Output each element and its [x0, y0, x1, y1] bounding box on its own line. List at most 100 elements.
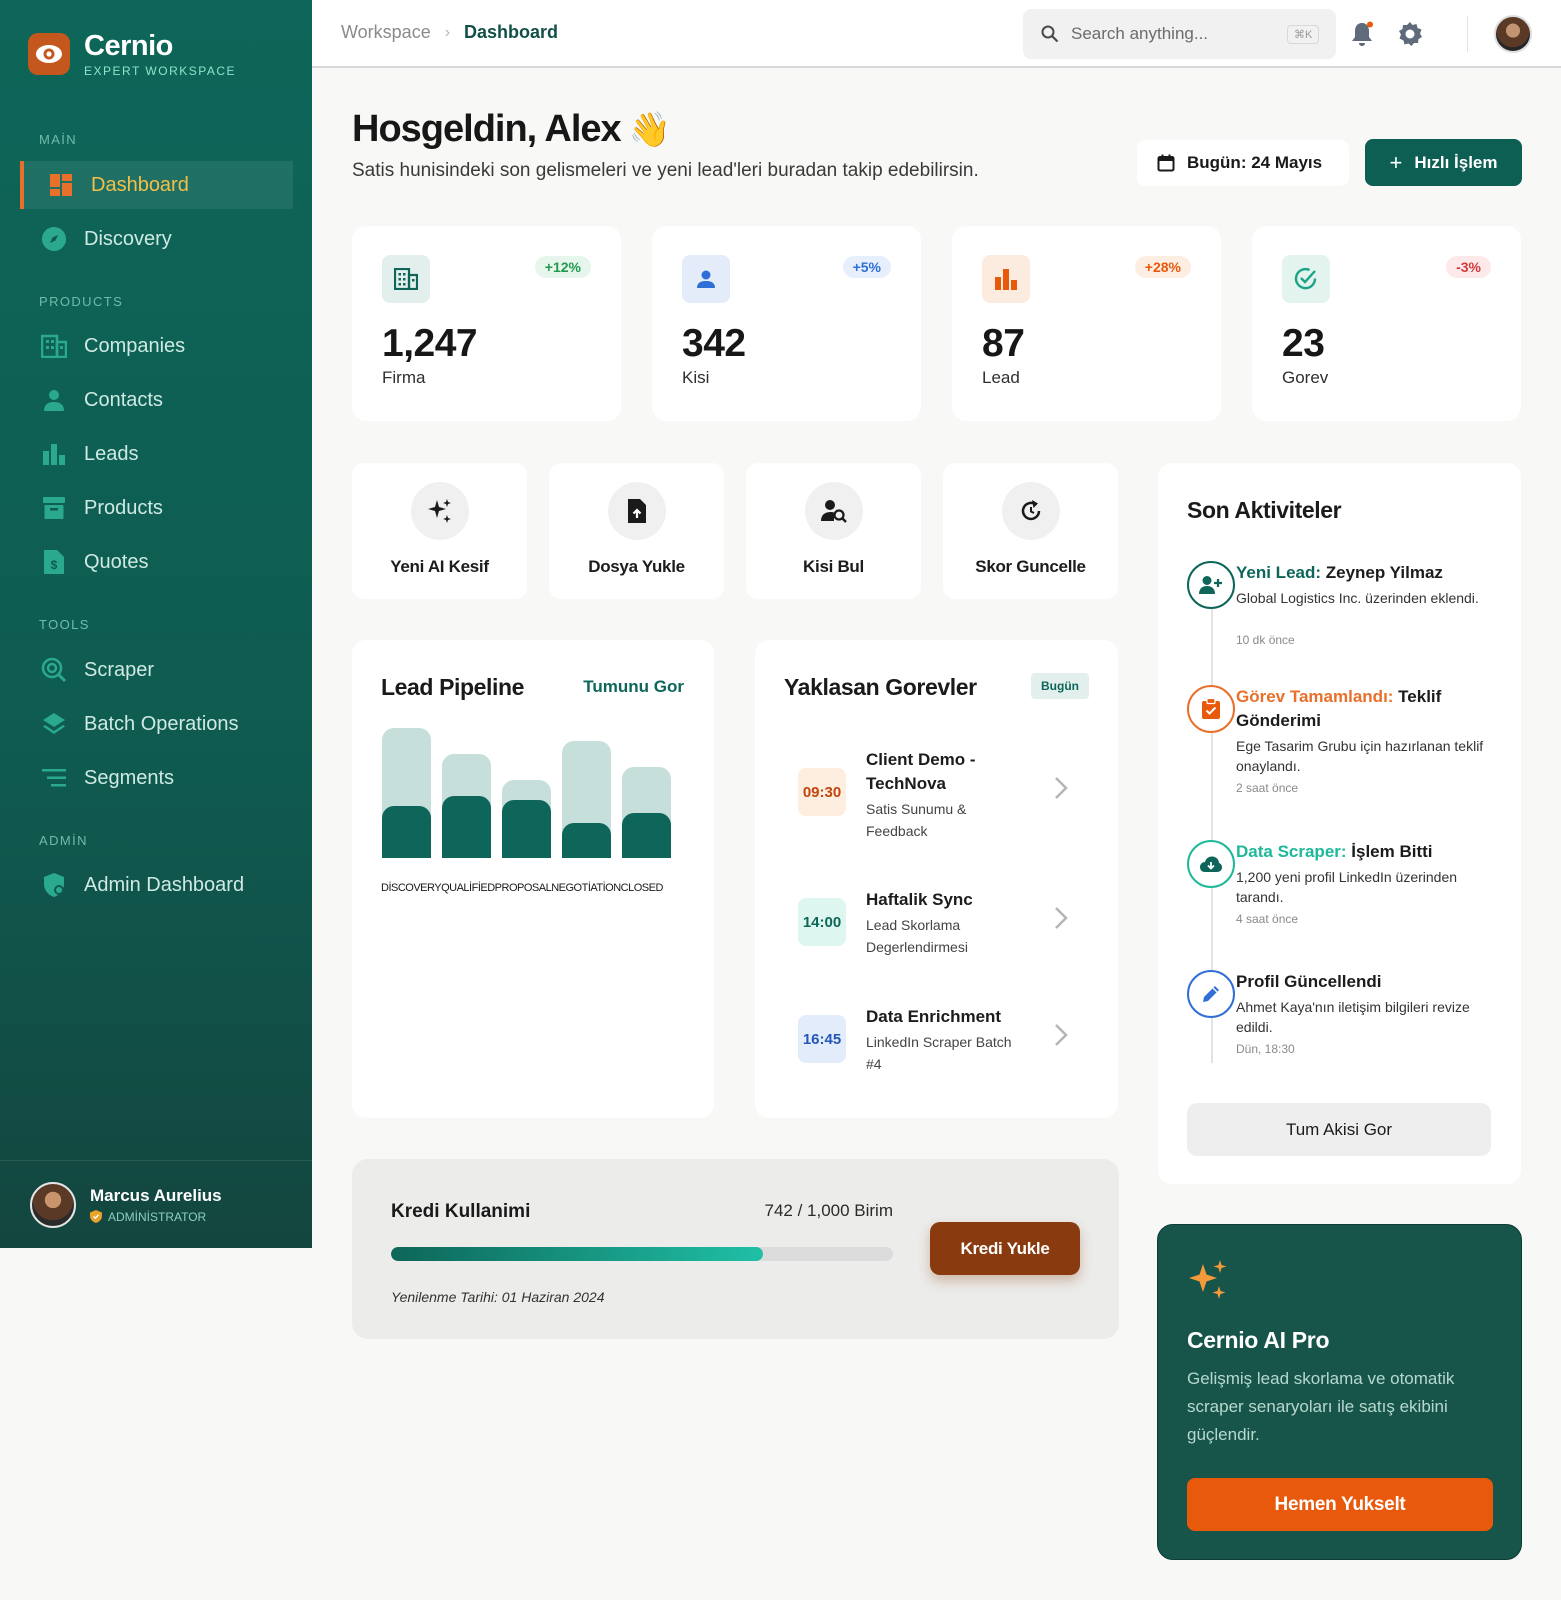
change-badge: +28% — [1134, 256, 1191, 278]
pipeline-axis-label: QUALİFİED — [441, 882, 495, 894]
activity-title: Görev Tamamlandı: Teklif Gönderimi — [1236, 687, 1442, 730]
chevron-right-icon: › — [444, 23, 451, 41]
person-icon — [682, 255, 730, 303]
brand[interactable]: Cernio EXPERT WORKSPACE — [28, 30, 236, 78]
sidebar-item-discovery[interactable]: Discovery — [20, 215, 293, 263]
user-name: Marcus Aurelius — [90, 1185, 222, 1205]
task-time: 16:45 — [798, 1015, 846, 1063]
task-title: Data Enrichment — [866, 1007, 1002, 1026]
pipeline-axis-label: NEGOTİATİON — [551, 882, 621, 894]
upgrade-button[interactable]: Hemen Yukselt — [1187, 1478, 1493, 1531]
pipeline-bar[interactable] — [622, 728, 671, 858]
pipeline-title: Lead Pipeline — [381, 674, 525, 700]
task-time: 09:30 — [798, 768, 846, 816]
stat-card-lead[interactable]: +28% 87 Lead — [952, 226, 1221, 421]
sidebar-item-label: Dashboard — [91, 173, 189, 196]
brand-name: Cernio — [84, 30, 173, 62]
activity-title: Son Aktiviteler — [1187, 497, 1342, 523]
task-subtitle: Satis Sunumu & Feedback — [866, 801, 967, 839]
header-divider — [1467, 16, 1468, 52]
top-header: Workspace › Dashboard ⌘K — [312, 0, 1561, 68]
section-products: PRODUCTS — [39, 294, 124, 309]
sidebar-item-scraper[interactable]: Scraper — [20, 646, 293, 694]
credit-value: 742 / 1,000 Birim — [764, 1201, 893, 1220]
view-all-activity-button[interactable]: Tum Akisi Gor — [1187, 1103, 1491, 1156]
activity-title: Profil Güncellendi — [1236, 972, 1382, 991]
upcoming-tasks-card: Yaklasan Gorevler Bugün 09:30 Client Dem… — [755, 640, 1118, 1118]
building-icon — [41, 333, 67, 359]
pipeline-bar[interactable] — [442, 728, 491, 858]
building-icon — [382, 255, 430, 303]
quick-action-label: Yeni AI Kesif — [390, 557, 489, 576]
pipeline-bar[interactable] — [562, 728, 611, 858]
person-icon — [41, 387, 67, 413]
sidebar-item-dashboard[interactable]: Dashboard — [20, 161, 293, 209]
quick-action-ai-discovery[interactable]: Yeni AI Kesif — [352, 463, 527, 599]
task-time: 14:00 — [798, 898, 846, 946]
stat-card-kisi[interactable]: +5% 342 Kisi — [652, 226, 921, 421]
pipeline-bar-fill — [442, 795, 491, 858]
file-upload-icon — [607, 482, 666, 540]
sidebar-item-batch-operations[interactable]: Batch Operations — [20, 700, 293, 748]
section-tools: TOOLS — [39, 617, 90, 632]
task-item[interactable]: 14:00 Haftalik Sync Lead Skorlama Degerl… — [798, 878, 1068, 966]
activity-description: Ahmet Kaya'nın iletişim bilgileri revize… — [1236, 999, 1470, 1035]
sidebar-item-admin-dashboard[interactable]: Admin Dashboard — [20, 861, 293, 909]
user-profile[interactable]: Marcus Aurelius ADMİNİSTRATOR — [0, 1160, 312, 1248]
sidebar-item-label: Admin Dashboard — [84, 873, 245, 896]
pipeline-bar[interactable] — [382, 728, 431, 858]
task-subtitle: LinkedIn Scraper Batch #4 — [866, 1034, 1012, 1072]
tasks-title: Yaklasan Gorevler — [784, 674, 977, 700]
gear-icon[interactable] — [1396, 20, 1424, 48]
activity-time: 2 saat önce — [1236, 781, 1299, 795]
credit-usage-card: Kredi Kullanimi 742 / 1,000 Birim Yenile… — [352, 1159, 1119, 1339]
stat-label: Gorev — [1282, 368, 1329, 387]
task-subtitle: Lead Skorlama Degerlendirmesi — [866, 917, 968, 955]
activity-item[interactable]: Profil Güncellendi Ahmet Kaya'nın iletiş… — [1187, 970, 1487, 1090]
sidebar-item-contacts[interactable]: Contacts — [20, 376, 293, 424]
change-badge: +5% — [842, 256, 891, 278]
view-all-link[interactable]: Tumunu Gor — [583, 677, 684, 697]
sidebar-item-companies[interactable]: Companies — [20, 322, 293, 370]
activity-item[interactable]: Data Scraper: İşlem Bitti 1,200 yeni pro… — [1187, 840, 1487, 960]
activity-time: 10 dk önce — [1236, 633, 1295, 647]
header-avatar[interactable] — [1494, 15, 1532, 53]
quick-action-score-update[interactable]: Skor Guncelle — [943, 463, 1118, 599]
credit-progress-bar — [391, 1247, 893, 1261]
date-button[interactable]: Bugün: 24 Mayıs — [1137, 140, 1349, 186]
sidebar-item-label: Segments — [84, 766, 175, 789]
stat-value: 1,247 — [382, 322, 478, 365]
task-item[interactable]: 16:45 Data Enrichment LinkedIn Scraper B… — [798, 995, 1068, 1083]
search-icon — [1041, 25, 1059, 43]
breadcrumb-dashboard: Dashboard — [464, 22, 559, 42]
task-item[interactable]: 09:30 Client Demo - TechNova Satis Sunum… — [798, 748, 1068, 839]
sidebar-item-leads[interactable]: Leads — [20, 430, 293, 478]
quick-action-find-person[interactable]: Kisi Bul — [746, 463, 921, 599]
sidebar-item-products[interactable]: Products — [20, 484, 293, 532]
dashboard-icon — [48, 172, 74, 198]
quick-action-upload[interactable]: Dosya Yukle — [549, 463, 724, 599]
search-input[interactable] — [1071, 24, 1281, 44]
stat-card-firma[interactable]: +12% 1,247 Firma — [352, 226, 621, 421]
stat-value: 87 — [982, 322, 1025, 365]
waving-hand-icon: 👋 — [628, 110, 671, 149]
pro-title: Cernio AI Pro — [1187, 1327, 1330, 1353]
activity-description: Ege Tasarim Grubu için hazırlanan teklif… — [1236, 738, 1484, 774]
load-credit-button[interactable]: Kredi Yukle — [930, 1222, 1080, 1275]
activity-item[interactable]: Yeni Lead: Zeynep Yilmaz Global Logistic… — [1187, 561, 1487, 681]
pipeline-bar-fill — [502, 799, 551, 858]
bell-icon[interactable] — [1348, 20, 1376, 48]
section-admin: ADMİN — [39, 833, 88, 848]
quick-action-button[interactable]: + Hızlı İşlem — [1365, 139, 1522, 186]
chevron-right-icon — [1055, 907, 1068, 929]
activity-item[interactable]: Görev Tamamlandı: Teklif Gönderimi Ege T… — [1187, 685, 1487, 825]
sidebar-item-label: Products — [84, 496, 163, 519]
sidebar-item-quotes[interactable]: $ Quotes — [20, 538, 293, 586]
sidebar-item-segments[interactable]: Segments — [20, 754, 293, 802]
search-bar[interactable]: ⌘K — [1023, 9, 1336, 59]
breadcrumb-workspace[interactable]: Workspace — [341, 22, 431, 43]
clipboard-check-icon — [1187, 685, 1235, 733]
sidebar-item-label: Leads — [84, 442, 139, 465]
stat-card-gorev[interactable]: -3% 23 Gorev — [1252, 226, 1521, 421]
pipeline-bar[interactable] — [502, 728, 551, 858]
